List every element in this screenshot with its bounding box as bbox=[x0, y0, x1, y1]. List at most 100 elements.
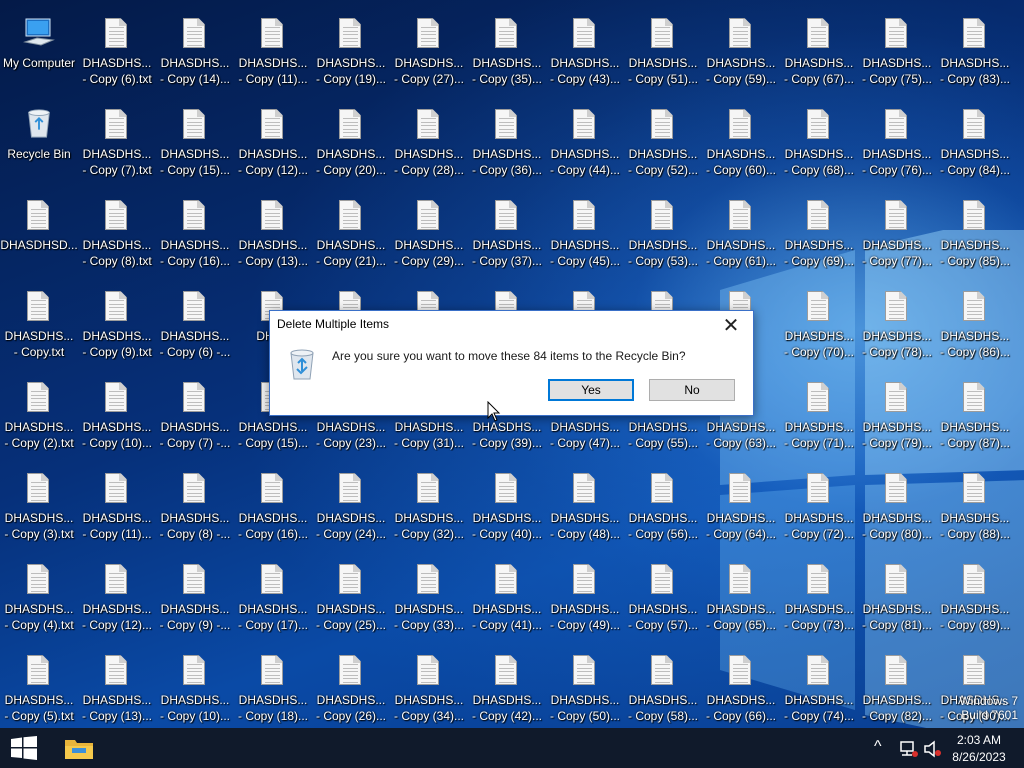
desktop-file-icon[interactable]: DHASDHS... - Copy (18)... bbox=[234, 645, 312, 728]
desktop-file-icon[interactable]: DHASDHS... - Copy (15)... bbox=[156, 99, 234, 189]
desktop-file-icon[interactable]: DHASDHS... - Copy (86)... bbox=[936, 281, 1014, 371]
desktop-file-icon[interactable]: DHASDHS... - Copy (88)... bbox=[936, 463, 1014, 553]
desktop-file-icon[interactable]: DHASDHS... - Copy (9).txt bbox=[78, 281, 156, 371]
desktop-file-icon[interactable]: DHASDHS... - Copy (87)... bbox=[936, 372, 1014, 462]
desktop-file-icon[interactable]: DHASDHS... - Copy (7).txt bbox=[78, 99, 156, 189]
desktop-file-icon[interactable]: DHASDHS... - Copy (56)... bbox=[624, 463, 702, 553]
desktop-file-icon[interactable]: DHASDHS... - Copy (70)... bbox=[780, 281, 858, 371]
desktop-file-icon[interactable]: DHASDHS... - Copy (65)... bbox=[702, 554, 780, 644]
desktop-file-icon[interactable]: DHASDHS... - Copy (16)... bbox=[234, 463, 312, 553]
desktop-file-icon[interactable]: DHASDHS... - Copy (72)... bbox=[780, 463, 858, 553]
desktop-file-icon[interactable]: DHASDHS... - Copy (81)... bbox=[858, 554, 936, 644]
no-button[interactable]: No bbox=[649, 379, 735, 401]
desktop-file-icon[interactable]: DHASDHS... - Copy (73)... bbox=[780, 554, 858, 644]
desktop-file-icon[interactable]: DHASDHS... - Copy (13)... bbox=[234, 190, 312, 280]
desktop-file-icon[interactable]: DHASDHS... - Copy (76)... bbox=[858, 99, 936, 189]
clock-time[interactable]: 2:03 AM bbox=[956, 733, 1002, 747]
desktop-file-icon[interactable]: DHASDHS... - Copy (35)... bbox=[468, 8, 546, 98]
desktop-file-icon[interactable]: DHASDHS... - Copy (24)... bbox=[312, 463, 390, 553]
desktop-file-icon[interactable]: DHASDHSD... bbox=[0, 190, 78, 280]
desktop-file-icon[interactable]: DHASDHS... - Copy (83)... bbox=[936, 8, 1014, 98]
desktop-file-icon[interactable]: DHASDHS... - Copy (10)... bbox=[78, 372, 156, 462]
desktop-file-icon[interactable]: DHASDHS... - Copy (44)... bbox=[546, 99, 624, 189]
desktop-file-icon[interactable]: DHASDHS... - Copy (26)... bbox=[312, 645, 390, 728]
network-icon[interactable] bbox=[899, 740, 919, 758]
desktop-file-icon[interactable]: DHASDHS... - Copy (60)... bbox=[702, 99, 780, 189]
desktop-file-icon[interactable]: DHASDHS... - Copy (49)... bbox=[546, 554, 624, 644]
desktop-file-icon[interactable]: DHASDHS... - Copy (28)... bbox=[390, 99, 468, 189]
desktop-file-icon[interactable]: DHASDHS... - Copy (6).txt bbox=[78, 8, 156, 98]
desktop[interactable]: My Computer Recycle Bin DHASDHSD... DHASDHS… bbox=[0, 0, 1024, 728]
desktop-icon-recycle-bin[interactable]: Recycle Bin bbox=[0, 99, 78, 189]
desktop-file-icon[interactable]: DHASDHS... - Copy (52)... bbox=[624, 99, 702, 189]
desktop-file-icon[interactable]: DHASDHS... - Copy (85)... bbox=[936, 190, 1014, 280]
close-icon[interactable]: ✕ bbox=[709, 311, 753, 339]
desktop-file-icon[interactable]: DHASDHS... - Copy (33)... bbox=[390, 554, 468, 644]
desktop-file-icon[interactable]: DHASDHS... - Copy (10)... bbox=[156, 645, 234, 728]
desktop-file-icon[interactable]: DHASDHS... - Copy (20)... bbox=[312, 99, 390, 189]
desktop-file-icon[interactable]: DHASDHS... - Copy.txt bbox=[0, 281, 78, 371]
desktop-file-icon[interactable]: DHASDHS... - Copy (58)... bbox=[624, 645, 702, 728]
desktop-file-icon[interactable]: DHASDHS... - Copy (71)... bbox=[780, 372, 858, 462]
desktop-file-icon[interactable]: DHASDHS... - Copy (59)... bbox=[702, 8, 780, 98]
desktop-file-icon[interactable]: DHASDHS... - Copy (16)... bbox=[156, 190, 234, 280]
tray-chevron-icon[interactable]: ^ bbox=[874, 738, 882, 756]
desktop-file-icon[interactable]: DHASDHS... - Copy (5).txt bbox=[0, 645, 78, 728]
desktop-file-icon[interactable]: DHASDHS... - Copy (11)... bbox=[78, 463, 156, 553]
desktop-file-icon[interactable]: DHASDHS... - Copy (12)... bbox=[78, 554, 156, 644]
desktop-file-icon[interactable]: DHASDHS... - Copy (43)... bbox=[546, 8, 624, 98]
desktop-file-icon[interactable]: DHASDHS... - Copy (50)... bbox=[546, 645, 624, 728]
desktop-file-icon[interactable]: DHASDHS... - Copy (2).txt bbox=[0, 372, 78, 462]
desktop-file-icon[interactable]: DHASDHS... - Copy (51)... bbox=[624, 8, 702, 98]
file-explorer-icon[interactable] bbox=[64, 736, 94, 760]
desktop-file-icon[interactable]: DHASDHS... - Copy (61)... bbox=[702, 190, 780, 280]
desktop-file-icon[interactable]: DHASDHS... - Copy (42)... bbox=[468, 645, 546, 728]
desktop-file-icon[interactable]: DHASDHS... - Copy (27)... bbox=[390, 8, 468, 98]
desktop-icon-my-computer[interactable]: My Computer bbox=[0, 8, 78, 98]
desktop-file-icon[interactable]: DHASDHS... - Copy (82)... bbox=[858, 645, 936, 728]
desktop-file-icon[interactable]: DHASDHS... - Copy (13)... bbox=[78, 645, 156, 728]
volume-muted-icon[interactable] bbox=[923, 740, 943, 758]
desktop-file-icon[interactable]: DHASDHS... - Copy (8).txt bbox=[78, 190, 156, 280]
delete-confirm-dialog[interactable]: Delete Multiple Items ✕ Are you sure you… bbox=[269, 310, 754, 416]
desktop-file-icon[interactable]: DHASDHS... - Copy (11)... bbox=[234, 8, 312, 98]
desktop-file-icon[interactable]: DHASDHS... - Copy (37)... bbox=[468, 190, 546, 280]
desktop-file-icon[interactable]: DHASDHS... - Copy (80)... bbox=[858, 463, 936, 553]
desktop-file-icon[interactable]: DHASDHS... - Copy (45)... bbox=[546, 190, 624, 280]
desktop-file-icon[interactable]: DHASDHS... - Copy (7) -... bbox=[156, 372, 234, 462]
desktop-file-icon[interactable]: DHASDHS... - Copy (6) -... bbox=[156, 281, 234, 371]
desktop-file-icon[interactable]: DHASDHS... - Copy (53)... bbox=[624, 190, 702, 280]
desktop-file-icon[interactable]: DHASDHS... - Copy (19)... bbox=[312, 8, 390, 98]
desktop-file-icon[interactable]: DHASDHS... - Copy (25)... bbox=[312, 554, 390, 644]
desktop-file-icon[interactable]: DHASDHS... - Copy (66)... bbox=[702, 645, 780, 728]
desktop-file-icon[interactable]: DHASDHS... - Copy (29)... bbox=[390, 190, 468, 280]
windows-start-icon[interactable] bbox=[11, 736, 37, 760]
desktop-file-icon[interactable]: DHASDHS... - Copy (4).txt bbox=[0, 554, 78, 644]
desktop-file-icon[interactable]: DHASDHS... - Copy (14)... bbox=[156, 8, 234, 98]
desktop-file-icon[interactable]: DHASDHS... - Copy (75)... bbox=[858, 8, 936, 98]
desktop-file-icon[interactable]: DHASDHS... - Copy (40)... bbox=[468, 463, 546, 553]
desktop-file-icon[interactable]: DHASDHS... - Copy (74)... bbox=[780, 645, 858, 728]
desktop-file-icon[interactable]: DHASDHS... - Copy (48)... bbox=[546, 463, 624, 553]
desktop-file-icon[interactable]: DHASDHS... - Copy (32)... bbox=[390, 463, 468, 553]
desktop-file-icon[interactable]: DHASDHS... - Copy (21)... bbox=[312, 190, 390, 280]
desktop-file-icon[interactable]: DHASDHS... - Copy (79)... bbox=[858, 372, 936, 462]
desktop-file-icon[interactable]: DHASDHS... - Copy (68)... bbox=[780, 99, 858, 189]
clock-date[interactable]: 8/26/2023 bbox=[950, 750, 1008, 764]
desktop-file-icon[interactable]: DHASDHS... - Copy (64)... bbox=[702, 463, 780, 553]
desktop-file-icon[interactable]: DHASDHS... - Copy (77)... bbox=[858, 190, 936, 280]
desktop-file-icon[interactable]: DHASDHS... - Copy (78)... bbox=[858, 281, 936, 371]
desktop-file-icon[interactable]: DHASDHS... - Copy (3).txt bbox=[0, 463, 78, 553]
desktop-file-icon[interactable]: DHASDHS... - Copy (41)... bbox=[468, 554, 546, 644]
desktop-file-icon[interactable]: DHASDHS... - Copy (9) -... bbox=[156, 554, 234, 644]
desktop-file-icon[interactable]: DHASDHS... - Copy (17)... bbox=[234, 554, 312, 644]
desktop-file-icon[interactable]: DHASDHS... - Copy (84)... bbox=[936, 99, 1014, 189]
desktop-file-icon[interactable]: DHASDHS... - Copy (57)... bbox=[624, 554, 702, 644]
desktop-file-icon[interactable]: DHASDHS... - Copy (67)... bbox=[780, 8, 858, 98]
desktop-file-icon[interactable]: DHASDHS... - Copy (8) -... bbox=[156, 463, 234, 553]
desktop-file-icon[interactable]: DHASDHS... - Copy (34)... bbox=[390, 645, 468, 728]
desktop-file-icon[interactable]: DHASDHS... - Copy (36)... bbox=[468, 99, 546, 189]
desktop-file-icon[interactable]: DHASDHS... - Copy (89)... bbox=[936, 554, 1014, 644]
desktop-file-icon[interactable]: DHASDHS... - Copy (69)... bbox=[780, 190, 858, 280]
desktop-file-icon[interactable]: DHASDHS... - Copy (12)... bbox=[234, 99, 312, 189]
